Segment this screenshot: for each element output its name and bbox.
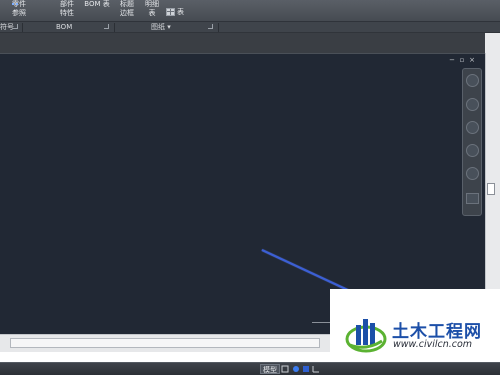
horizontal-scrollbar-thumb[interactable] <box>10 338 320 348</box>
navigation-bar <box>462 68 482 216</box>
ribbon-button-title-border[interactable]: 标题 边框 <box>116 0 138 18</box>
ribbon-button-label-line2: 参照 <box>12 9 26 17</box>
panel-separator <box>22 23 23 32</box>
snap-icon[interactable] <box>292 365 300 373</box>
ribbon-button-label-line1: 标题 <box>120 0 134 8</box>
ribbon-button-component-properties[interactable]: 部件 特性 <box>56 0 78 18</box>
ribbon-button-detail-table[interactable]: 明细 表 <box>142 0 162 18</box>
toolbar-strip-edge <box>485 33 500 53</box>
zoom-extents-icon[interactable] <box>466 144 479 157</box>
showmotion-icon[interactable] <box>466 193 479 204</box>
ribbon: 零件 参照 部件 特性 BOM 表 标题 边框 明细 表 表 <box>0 0 500 22</box>
panel-label-drawing[interactable]: 图纸 ▾ <box>151 22 171 33</box>
panel-expand-icon[interactable] <box>13 24 18 29</box>
ribbon-button-label-line1: 部件 <box>60 0 74 8</box>
layout-icon[interactable] <box>281 365 289 373</box>
panel-expand-icon[interactable] <box>208 24 213 29</box>
status-bar <box>0 362 500 375</box>
ribbon-button-label-line1: 明细 <box>145 0 159 8</box>
ribbon-button-label: 表 <box>177 8 184 16</box>
ribbon-button-table[interactable]: 表 <box>177 8 187 17</box>
panel-separator <box>114 23 115 32</box>
grid-icon[interactable] <box>302 365 310 373</box>
part-reference-icon <box>12 3 14 5</box>
zoom-icon[interactable] <box>466 167 479 180</box>
pan-icon[interactable] <box>466 98 479 111</box>
ribbon-button-part-reference[interactable]: 零件 参照 <box>4 0 34 18</box>
ortho-icon[interactable] <box>312 365 320 373</box>
steering-wheel-icon[interactable] <box>466 74 479 87</box>
panel-label-bom[interactable]: BOM <box>56 22 72 33</box>
close-icon[interactable]: × <box>468 57 476 64</box>
panel-separator <box>218 23 219 32</box>
ribbon-button-label-line1: BOM 表 <box>84 0 110 8</box>
vertical-scrollbar-thumb[interactable] <box>487 183 495 195</box>
ribbon-button-label-line2: 边框 <box>120 9 134 17</box>
table-icon[interactable] <box>166 8 175 16</box>
watermark-url: www.civilcn.com <box>393 339 473 350</box>
model-space-button[interactable]: 模型 <box>260 364 280 374</box>
panel-label-symbols[interactable]: 符号 <box>0 22 14 33</box>
toolbar-strip <box>0 33 500 53</box>
ucs-axis-tick <box>312 322 330 323</box>
ribbon-button-label-line1: 零件 <box>12 0 26 8</box>
restore-icon[interactable]: ▫ <box>458 57 466 64</box>
orbit-icon[interactable] <box>466 121 479 134</box>
ribbon-button-label-line2: 特性 <box>60 9 74 17</box>
civilcn-logo-icon <box>345 319 387 353</box>
minimize-icon[interactable]: − <box>448 57 456 64</box>
ribbon-button-label-line2: 表 <box>148 9 156 17</box>
part-reference-icon-dot <box>16 3 18 5</box>
ribbon-panel-bar: 符号 BOM 图纸 ▾ <box>0 22 500 33</box>
ribbon-button-bom-table[interactable]: BOM 表 <box>80 0 114 9</box>
panel-expand-icon[interactable] <box>104 24 109 29</box>
